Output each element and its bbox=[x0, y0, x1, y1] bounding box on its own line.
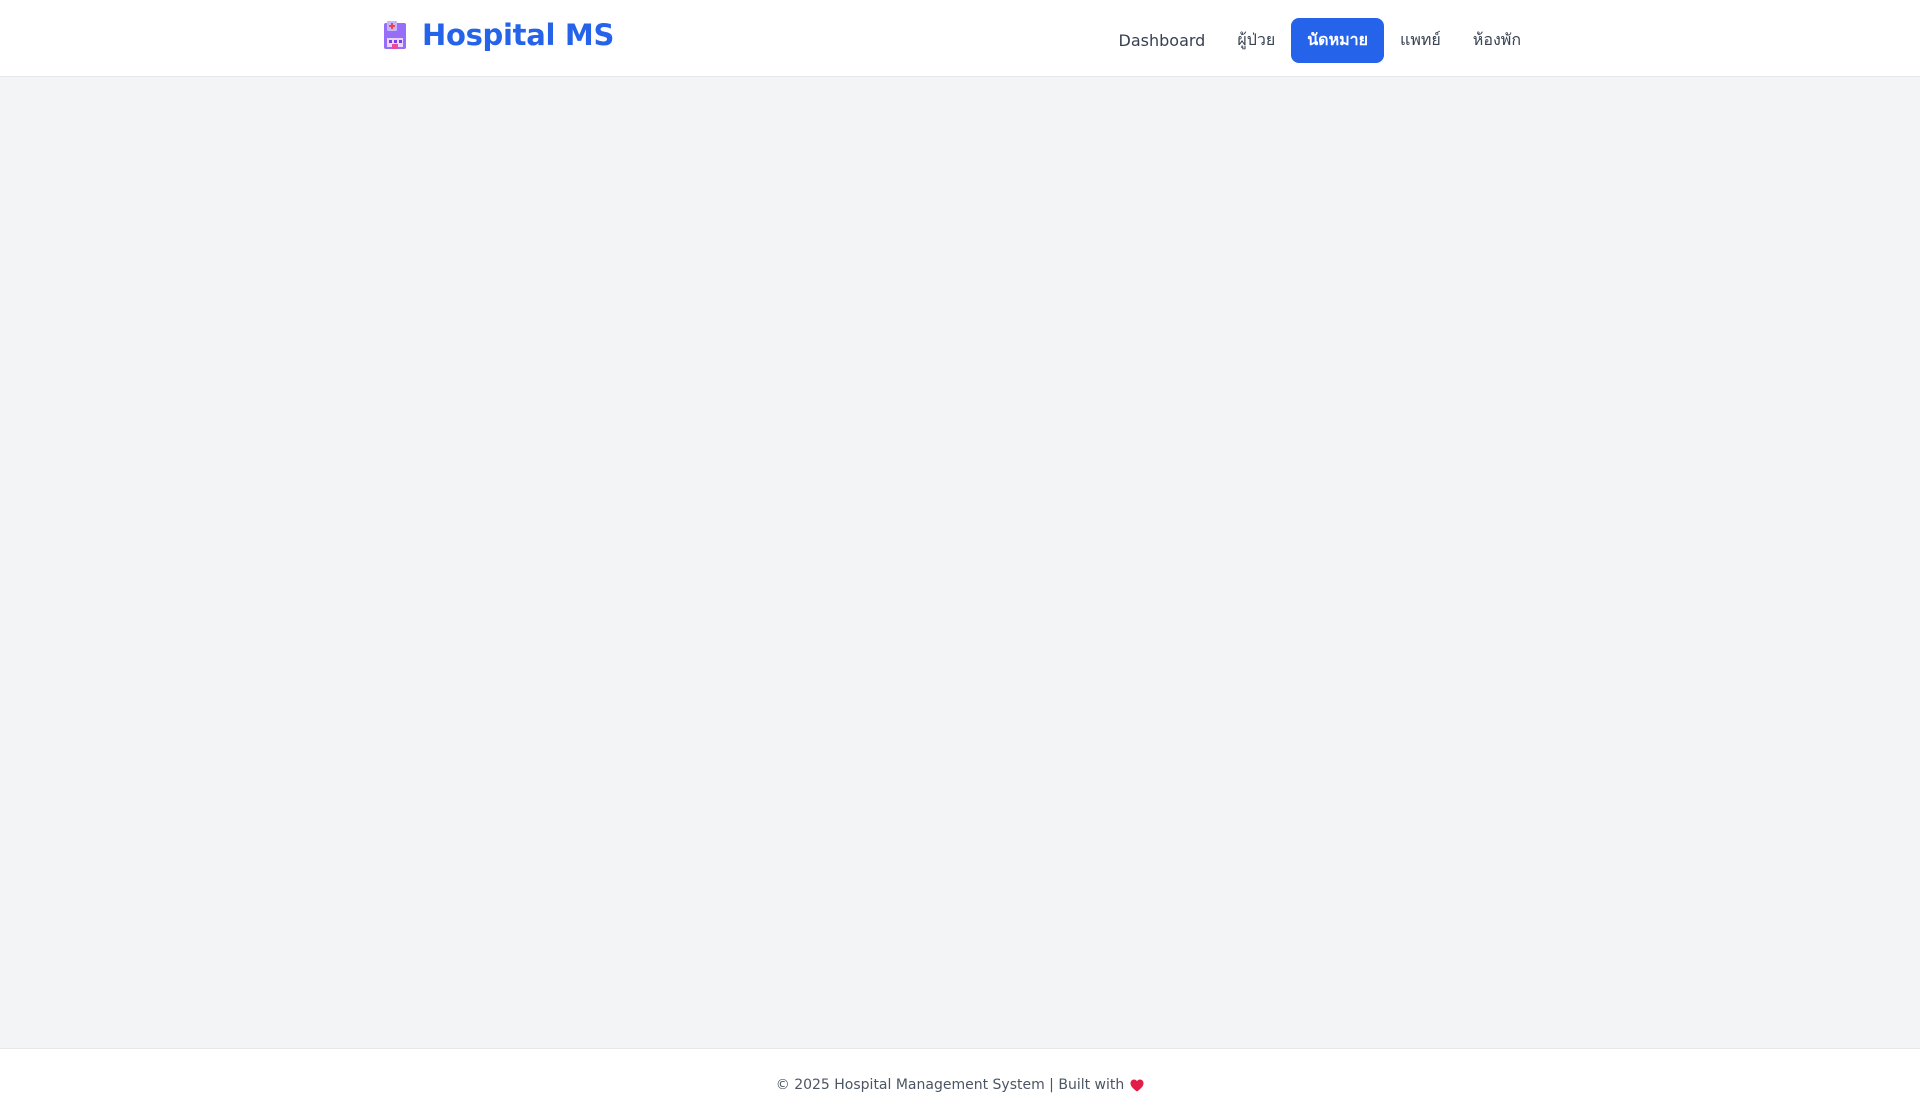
nav-doctors[interactable]: แพทย์ bbox=[1384, 18, 1457, 63]
brand-title: Hospital MS bbox=[422, 18, 615, 52]
nav-appointments[interactable]: นัดหมาย bbox=[1291, 18, 1385, 63]
nav-rooms[interactable]: ห้องพัก bbox=[1457, 18, 1537, 63]
footer: © 2025 Hospital Management System | Buil… bbox=[0, 1048, 1920, 1119]
main-content bbox=[0, 77, 1920, 1048]
brand-link[interactable]: Hospital MS bbox=[382, 18, 614, 52]
footer-text: © 2025 Hospital Management System | Buil… bbox=[775, 1077, 1125, 1093]
footer-content: © 2025 Hospital Management System | Buil… bbox=[776, 1077, 1145, 1093]
nav-dashboard[interactable]: Dashboard bbox=[1103, 21, 1222, 60]
navbar: Hospital MS Dashboard ผู้ป่วย นัดหมาย แพ… bbox=[0, 0, 1920, 77]
nav-patients[interactable]: ผู้ป่วย bbox=[1221, 18, 1291, 63]
hospital-icon bbox=[382, 20, 408, 50]
main-nav: Dashboard ผู้ป่วย นัดหมาย แพทย์ ห้องพัก bbox=[1103, 18, 1537, 63]
heart-icon bbox=[1130, 1079, 1144, 1092]
